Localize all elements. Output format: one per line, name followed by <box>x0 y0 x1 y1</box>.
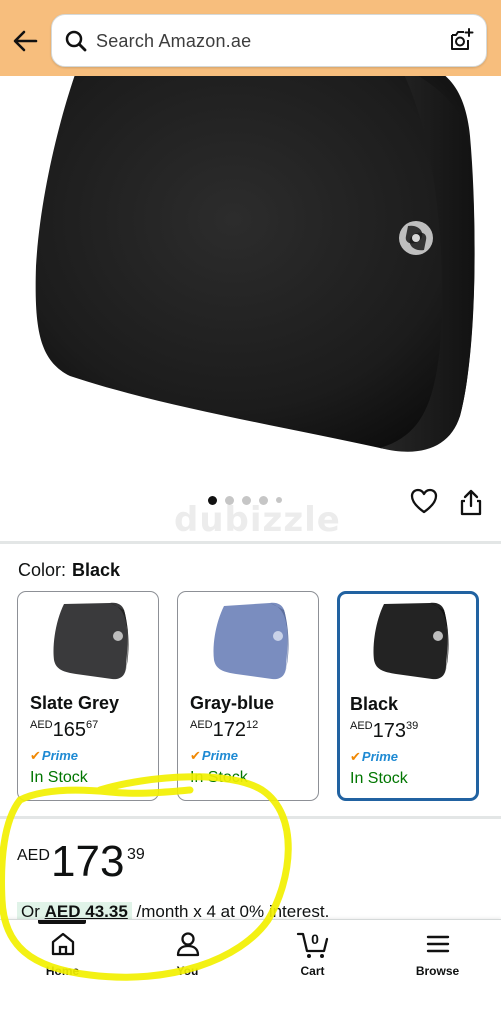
variant-gray-blue[interactable]: Gray-blue AED17212 ✔Prime In Stock <box>177 591 319 801</box>
watermark: dubizzle <box>174 500 341 540</box>
nav-label: Cart <box>300 964 325 978</box>
check-icon: ✔ <box>350 749 361 764</box>
nav-label: Home <box>45 964 80 978</box>
heart-icon[interactable] <box>410 488 438 514</box>
back-arrow-icon[interactable] <box>10 26 40 56</box>
nav-browse[interactable]: Browse <box>375 920 500 1024</box>
variant-thumbnail <box>373 602 449 680</box>
samsonite-logo <box>399 221 433 255</box>
check-icon: ✔ <box>30 748 41 763</box>
search-bar[interactable]: Search Amazon.ae <box>51 14 487 67</box>
search-icon <box>65 30 87 52</box>
home-icon <box>51 932 74 956</box>
stock-status: In Stock <box>30 769 88 786</box>
prime-badge: ✔Prime <box>30 748 79 763</box>
variant-slate-grey[interactable]: Slate Grey AED16567 ✔Prime In Stock <box>17 591 159 801</box>
top-bar: Search Amazon.ae <box>0 0 501 76</box>
share-icon[interactable] <box>459 488 483 516</box>
lumbar-cushion-image <box>35 76 475 452</box>
variant-price: AED16567 <box>30 719 99 741</box>
nav-home[interactable]: Home <box>0 920 125 1024</box>
color-selector-label: Color: Black <box>18 560 120 581</box>
nav-label: Browse <box>415 964 460 978</box>
price-whole: 173 <box>51 837 125 886</box>
variant-black[interactable]: Black AED17339 ✔Prime In Stock <box>337 591 479 801</box>
variant-name: Slate Grey <box>30 693 120 713</box>
bottom-navigation: Home You 0 Cart Browse <box>0 919 501 1024</box>
variant-price: AED17212 <box>190 719 259 741</box>
product-image[interactable] <box>0 76 501 486</box>
person-icon <box>176 932 199 957</box>
nav-you[interactable]: You <box>125 920 250 1024</box>
variant-price: AED17339 <box>350 720 419 742</box>
check-icon: ✔ <box>190 748 201 763</box>
divider <box>0 816 501 819</box>
color-label: Color: <box>18 560 67 580</box>
camera-search-icon[interactable] <box>448 27 474 53</box>
price-cents: 39 <box>127 846 145 863</box>
price-currency: AED <box>17 847 50 864</box>
variant-name: Gray-blue <box>190 693 275 713</box>
cart-count-badge: 0 <box>311 931 319 947</box>
menu-icon <box>426 935 449 953</box>
search-input[interactable]: Search Amazon.ae <box>96 31 251 52</box>
nav-label: You <box>176 964 199 978</box>
nav-cart[interactable]: 0 Cart <box>250 920 375 1024</box>
stock-status: In Stock <box>350 770 408 787</box>
selected-color-value: Black <box>72 560 121 580</box>
variant-name: Black <box>350 694 399 714</box>
variant-thumbnail <box>53 602 129 680</box>
variant-thumbnail <box>213 602 289 680</box>
stock-status: In Stock <box>190 769 248 786</box>
active-indicator <box>38 920 86 924</box>
prime-badge: ✔Prime <box>350 749 399 764</box>
prime-badge: ✔Prime <box>190 748 239 763</box>
divider <box>0 541 501 544</box>
